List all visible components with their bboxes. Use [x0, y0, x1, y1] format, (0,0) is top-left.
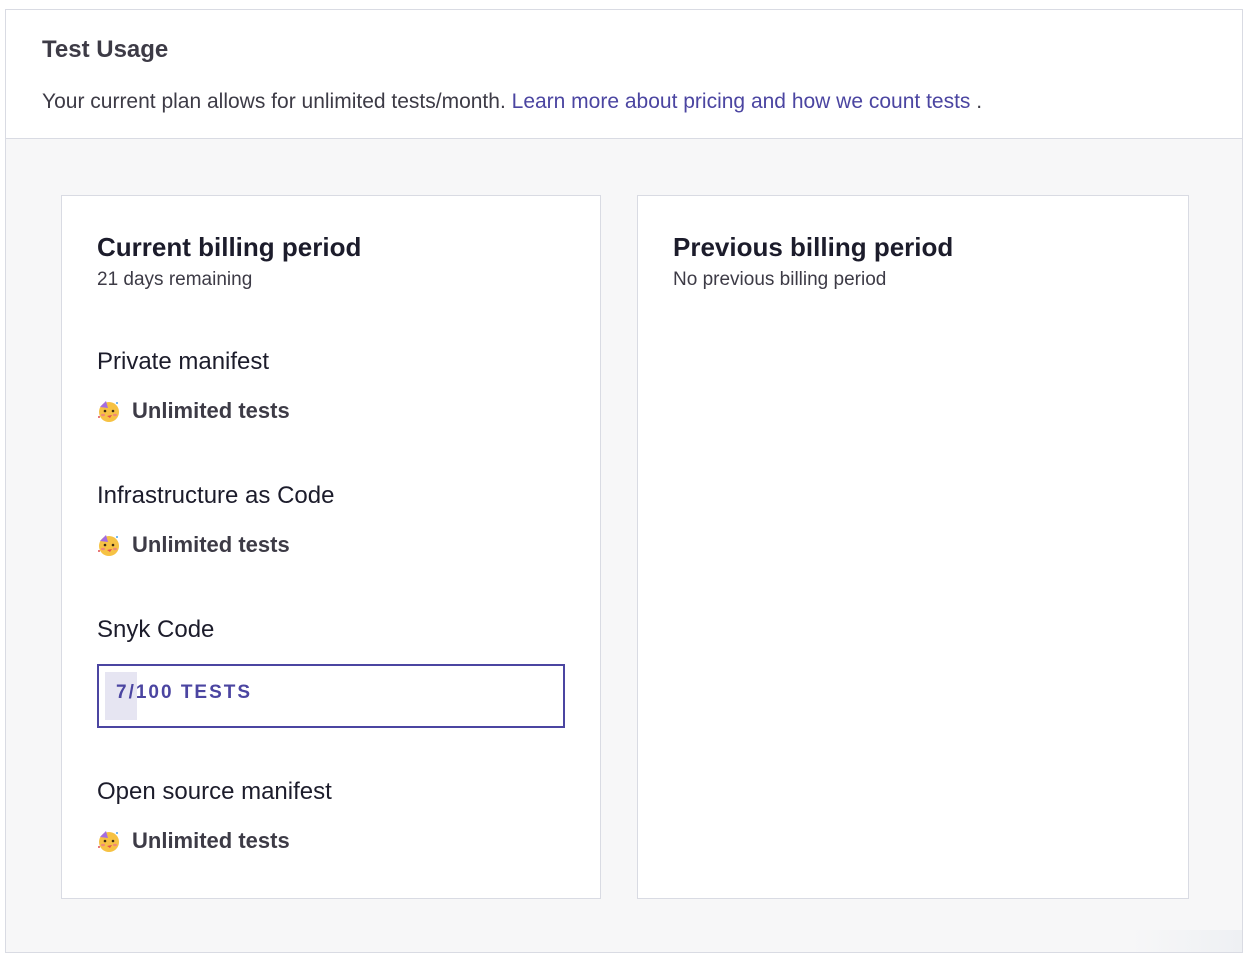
days-remaining: 21 days remaining [97, 269, 252, 291]
product-snyk-code: Snyk Code 7/100 TESTS [97, 616, 565, 728]
product-name: Snyk Code [97, 616, 565, 650]
plan-description-text: Your current plan allows for unlimited t… [42, 90, 506, 113]
product-private-manifest: Private manifest Unlimited t [97, 348, 290, 424]
product-infrastructure-as-code: Infrastructure as Code Unlim [97, 482, 334, 558]
product-name: Private manifest [97, 348, 290, 382]
unlimited-status: Unlimited tests [97, 398, 290, 424]
unlimited-status: Unlimited tests [97, 532, 334, 558]
unlimited-label: Unlimited tests [132, 398, 290, 424]
product-name: Infrastructure as Code [97, 482, 334, 516]
partying-face-icon [97, 829, 121, 853]
partying-face-icon [97, 533, 121, 557]
page-title: Test Usage [42, 36, 168, 64]
previous-billing-period-card: Previous billing period No previous bill… [637, 195, 1189, 899]
corner-shadow [1132, 930, 1242, 952]
unlimited-label: Unlimited tests [132, 828, 290, 854]
no-previous-period: No previous billing period [673, 269, 886, 291]
product-name: Open source manifest [97, 778, 332, 812]
current-period-title: Current billing period [97, 232, 361, 263]
plan-description: Your current plan allows for unlimited t… [42, 90, 982, 114]
partying-face-icon [97, 399, 121, 423]
description-period: . [976, 90, 982, 113]
unlimited-label: Unlimited tests [132, 532, 290, 558]
pricing-link[interactable]: Learn more about pricing and how we coun… [512, 90, 971, 113]
usage-label: 7/100 TESTS [116, 682, 252, 704]
test-usage-panel: Test Usage Your current plan allows for … [5, 9, 1243, 953]
previous-period-title: Previous billing period [673, 232, 953, 263]
panel-header: Test Usage Your current plan allows for … [6, 10, 1242, 139]
usage-progress-bar: 7/100 TESTS [97, 664, 565, 728]
current-billing-period-card: Current billing period 21 days remaining… [61, 195, 601, 899]
unlimited-status: Unlimited tests [97, 828, 332, 854]
product-open-source-manifest: Open source manifest Unlimit [97, 778, 332, 854]
